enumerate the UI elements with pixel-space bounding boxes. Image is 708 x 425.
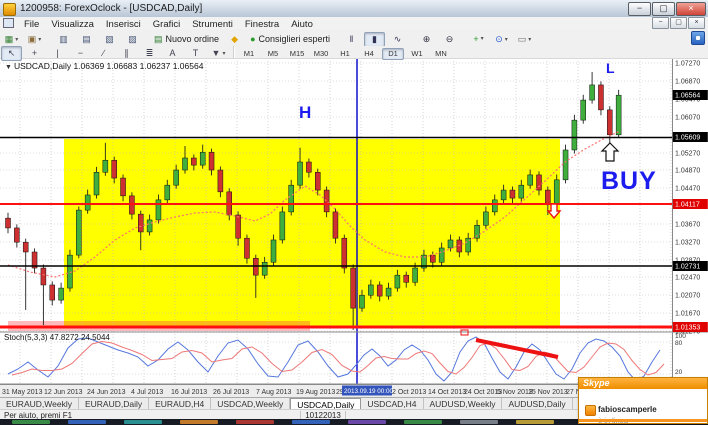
timeframe-h1[interactable]: H1	[334, 48, 356, 60]
taskbar-item[interactable]	[348, 420, 386, 424]
timeframe-m5[interactable]: M5	[262, 48, 284, 60]
dropdown-caret-icon: ▾	[480, 36, 484, 42]
skype-notification-popup[interactable]: Skype fabioscamperle è in linea	[578, 377, 708, 425]
dropdown-caret-icon: ▾	[504, 36, 508, 43]
taskbar-item[interactable]	[404, 420, 442, 424]
taskbar-item[interactable]	[460, 420, 498, 424]
equidistant-channel-icon[interactable]: ∥	[116, 46, 137, 61]
text-icon: A	[169, 48, 176, 58]
indicators-icon[interactable]: + ▾	[468, 31, 489, 46]
templates-icon: ▭	[517, 33, 527, 44]
mdi-close-button[interactable]: ×	[688, 17, 705, 29]
chart-window-icon	[3, 18, 14, 28]
taskbar-item[interactable]	[180, 420, 218, 424]
mdi-minimize-button[interactable]: −	[652, 17, 669, 29]
annotation-buy[interactable]: BUY	[601, 169, 657, 194]
taskbar-item[interactable]	[292, 420, 330, 424]
taskbar-item[interactable]	[516, 420, 554, 424]
bar-chart-icon: ‖	[349, 33, 354, 44]
drawing-toolbar: ↖ + | − ∕ ∥ ≣ A T ▼ ▾ M1 M5 M15 M30 H1 H4 D1 W1 MN	[0, 43, 708, 61]
skype-popup-footer	[579, 419, 707, 422]
timeframe-m15[interactable]: M15	[286, 48, 308, 60]
vertical-line-icon: |	[56, 48, 59, 58]
fibonacci-icon[interactable]: ≣	[139, 46, 160, 61]
horizontal-line-icon: −	[77, 48, 84, 58]
dropdown-caret-icon: ▾	[222, 50, 226, 57]
skype-popup-header: Skype	[579, 378, 707, 389]
skype-logo: Skype	[583, 378, 610, 388]
timeframe-h4[interactable]: H4	[358, 48, 380, 60]
dropdown-caret-icon: ▾	[528, 36, 532, 43]
vertical-line-icon[interactable]: |	[47, 46, 68, 61]
timeframe-selector: M1 M5 M15 M30 H1 H4 D1 W1 MN	[237, 43, 453, 61]
taskbar-item[interactable]	[12, 420, 50, 424]
text-label-icon[interactable]: T	[185, 46, 206, 61]
skype-popup-body[interactable]: fabioscamperle è in linea	[579, 389, 707, 425]
dropdown-caret-icon: ▾	[15, 36, 19, 43]
expert-advisors-icon: ●	[250, 33, 256, 44]
templates-icon[interactable]: ▭ ▾	[514, 32, 535, 47]
window-controls: − ▢ ×	[628, 2, 706, 16]
ohlc-info-line: ▼ USDCAD,Daily 1.06369 1.06683 1.06237 1.…	[5, 61, 204, 71]
equidistant-channel-icon: ∥	[124, 48, 129, 58]
close-button[interactable]: ×	[676, 2, 706, 16]
arrows-icon[interactable]: ▼ ▾	[208, 46, 229, 61]
taskbar-item[interactable]	[124, 420, 162, 424]
expert-advisors-label: Consiglieri esperti	[258, 33, 331, 44]
periods-icon: ⊙	[495, 33, 503, 44]
mdi-restore-button[interactable]: ▢	[670, 17, 687, 29]
arrows-icon: ▼	[211, 48, 221, 58]
taskbar-item[interactable]	[68, 420, 106, 424]
annotation-l[interactable]: L	[606, 61, 615, 75]
crosshair-icon: +	[31, 48, 38, 58]
timeframe-mn[interactable]: MN	[430, 48, 452, 60]
text-icon[interactable]: A	[162, 46, 183, 61]
timeframe-m1[interactable]: M1	[238, 48, 260, 60]
minimize-button[interactable]: −	[628, 2, 651, 16]
horizontal-line-icon[interactable]: −	[70, 46, 91, 61]
crosshair-icon[interactable]: +	[24, 46, 45, 61]
cursor-icon[interactable]: ↖	[1, 46, 22, 61]
dropdown-caret-icon: ▾	[38, 36, 42, 43]
trendline-icon: ∕	[102, 48, 105, 58]
stochastic-label: Stoch(5,3,3) 47.8272 24.5044	[4, 333, 110, 342]
skype-contact-name: fabioscamperle	[598, 405, 657, 414]
app-icon	[3, 3, 16, 16]
taskbar-item[interactable]	[236, 420, 274, 424]
text-label-icon: T	[192, 48, 199, 58]
collapse-arrow-icon[interactable]: ▼	[5, 64, 12, 71]
annotation-h[interactable]: H	[299, 104, 311, 121]
price-axis	[672, 58, 708, 397]
indicators-icon: +	[473, 33, 479, 44]
date-axis	[0, 384, 672, 398]
window-title: 1200958: ForexOclock - [USDCAD,Daily]	[20, 3, 203, 14]
periods-icon[interactable]: ⊙ ▾	[491, 32, 512, 47]
trendline-icon[interactable]: ∕	[93, 46, 114, 61]
community-icon[interactable]	[691, 30, 705, 45]
restore-button[interactable]: ▢	[652, 2, 675, 16]
fibonacci-icon: ≣	[145, 48, 154, 58]
skype-contact-icon	[585, 405, 596, 416]
mdi-window-controls: − ▢ ×	[652, 17, 708, 29]
timeframe-w1[interactable]: W1	[406, 48, 428, 60]
timeframe-d1[interactable]: D1	[382, 47, 404, 60]
cursor-icon: ↖	[7, 48, 16, 58]
timeframe-m30[interactable]: M30	[310, 48, 332, 60]
